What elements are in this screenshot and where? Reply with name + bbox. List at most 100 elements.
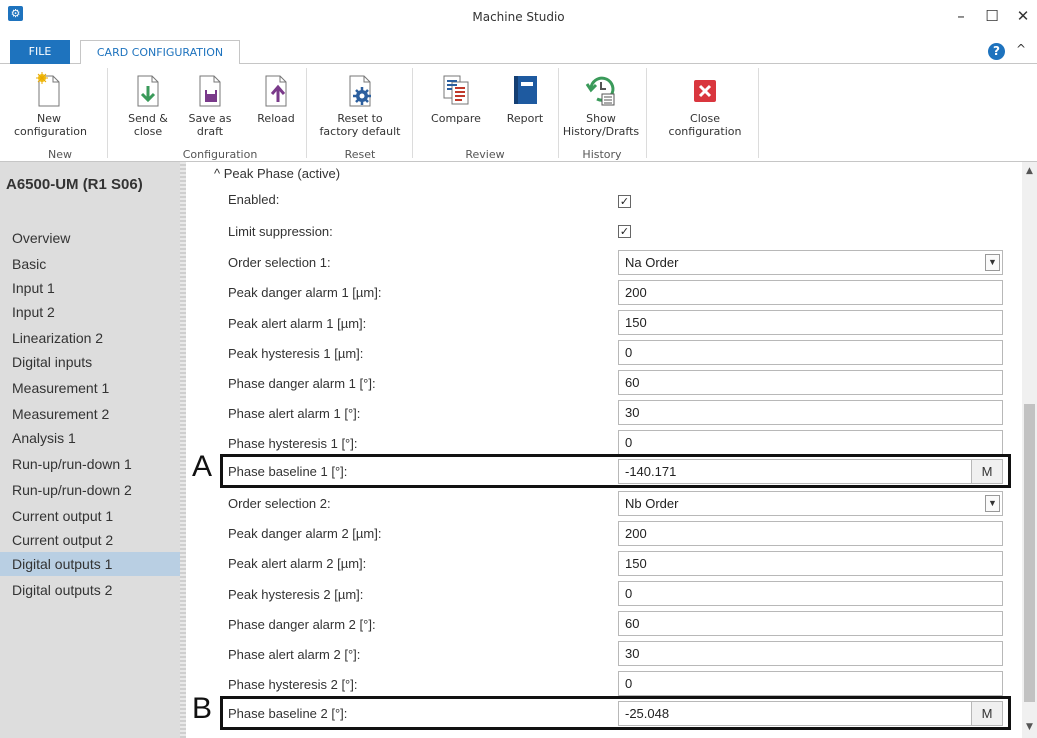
order-selection-1-select[interactable]: Na Order ▼ [618,250,1003,275]
vertical-scrollbar[interactable]: ▲ ▼ [1022,162,1037,738]
sidebar-item-measurement-1[interactable]: Measurement 1 [0,376,180,400]
peak-danger-alarm-1-field[interactable]: 200 [618,280,1003,305]
phase-hysteresis-2-field[interactable]: 0 [618,671,1003,696]
group-separator [646,68,647,158]
title-bar: ⚙ Machine Studio – ☐ ✕ [0,0,1037,34]
compare-button[interactable]: Compare [428,72,484,125]
phase-danger-alarm-1-field[interactable]: 60 [618,370,1003,395]
peak-alert-alarm-2-label: Peak alert alarm 2 [µm]: [228,556,367,571]
report-button[interactable]: Report [500,72,550,125]
phase-hysteresis-1-field[interactable]: 0 [618,430,1003,455]
highlight-box-b [220,696,1011,730]
sidebar-item-input-1[interactable]: Input 1 [0,276,180,300]
show-history-button[interactable]: Show History/Drafts [562,72,640,138]
sidebar-item-run-up-2[interactable]: Run-up/run-down 2 [0,478,180,502]
phase-hysteresis-1-label: Phase hysteresis 1 [°]: [228,436,358,451]
scroll-down-arrow-icon[interactable]: ▼ [1022,722,1037,736]
sidebar-item-current-output-2[interactable]: Current output 2 [0,528,180,552]
order-selection-2-label: Order selection 2: [228,496,331,511]
order-selection-1-value: Na Order [625,255,679,270]
save-draft-button[interactable]: Save as draft [184,72,236,138]
sidebar-item-linearization-2[interactable]: Linearization 2 [0,326,180,350]
chevron-down-icon[interactable]: ▼ [985,495,1000,512]
close-configuration-label: Close configuration [668,112,742,138]
reset-factory-label: Reset to factory default [319,112,401,138]
peak-hysteresis-1-label: Peak hysteresis 1 [µm]: [228,346,364,361]
order-selection-2-select[interactable]: Nb Order ▼ [618,491,1003,516]
compare-label: Compare [431,112,481,125]
sidebar-item-overview[interactable]: Overview [0,226,180,250]
ribbon-tabs: FILE CARD CONFIGURATION ? ^ [0,40,1037,65]
new-configuration-button[interactable]: New configuration [14,72,87,138]
group-separator [758,68,759,158]
phase-alert-alarm-1-label: Phase alert alarm 1 [°]: [228,406,361,421]
window-title: Machine Studio [472,10,565,24]
close-config-icon [694,80,716,102]
enabled-checkbox[interactable]: ✓ [618,195,631,208]
close-window-button[interactable]: ✕ [1012,6,1034,26]
sidebar-item-digital-inputs[interactable]: Digital inputs [0,350,180,374]
save-draft-label: Save as draft [188,112,232,138]
help-icon[interactable]: ? [988,43,1005,60]
minimize-button[interactable]: – [950,6,972,26]
callout-b: B [192,692,213,725]
callout-a: A [192,450,213,483]
reload-button[interactable]: Reload [254,72,298,125]
sidebar-item-basic[interactable]: Basic [0,252,180,276]
ribbon: New configuration Send & close Save as d… [0,64,1037,162]
peak-hysteresis-1-field[interactable]: 0 [618,340,1003,365]
peak-danger-alarm-2-field[interactable]: 200 [618,521,1003,546]
sidebar-item-digital-outputs-1[interactable]: Digital outputs 1 [0,552,180,576]
order-selection-2-value: Nb Order [625,496,679,511]
peak-danger-alarm-2-label: Peak danger alarm 2 [µm]: [228,526,382,541]
report-icon [514,76,537,104]
device-title: A6500-UM (R1 S06) [6,176,143,193]
reset-factory-button[interactable]: Reset to factory default [318,72,402,138]
peak-hysteresis-2-field[interactable]: 0 [618,581,1003,606]
save-draft-icon [199,75,221,107]
collapse-ribbon-icon[interactable]: ^ [1016,42,1026,56]
enabled-label: Enabled: [228,192,280,207]
group-separator [107,68,108,158]
peak-alert-alarm-1-field[interactable]: 150 [618,310,1003,335]
sidebar-item-digital-outputs-2[interactable]: Digital outputs 2 [0,578,180,602]
group-separator [412,68,413,158]
peak-hysteresis-2-label: Peak hysteresis 2 [µm]: [228,587,364,602]
sidebar-item-run-up-1[interactable]: Run-up/run-down 1 [0,452,180,476]
group-separator [558,68,559,158]
scroll-thumb[interactable] [1024,404,1035,702]
tab-card-configuration[interactable]: CARD CONFIGURATION [80,40,240,65]
chevron-down-icon[interactable]: ▼ [985,254,1000,271]
phase-alert-alarm-1-field[interactable]: 30 [618,400,1003,425]
new-configuration-label: New configuration [14,112,87,138]
order-selection-1-label: Order selection 1: [228,255,331,270]
sidebar: A6500-UM (R1 S06) Overview Basic Input 1… [0,162,180,738]
close-configuration-button[interactable]: Close configuration [660,72,750,138]
group-label-history: History [582,148,622,161]
sidebar-item-input-2[interactable]: Input 2 [0,300,180,324]
tab-file[interactable]: FILE [10,40,70,64]
phase-alert-alarm-2-label: Phase alert alarm 2 [°]: [228,647,361,662]
reset-gear-icon [349,75,371,107]
group-label-configuration: Configuration [182,148,258,161]
group-separator [306,68,307,158]
phase-danger-alarm-2-field[interactable]: 60 [618,611,1003,636]
maximize-button[interactable]: ☐ [981,6,1003,26]
phase-danger-alarm-1-label: Phase danger alarm 1 [°]: [228,376,376,391]
peak-alert-alarm-2-field[interactable]: 150 [618,551,1003,576]
show-history-label: Show History/Drafts [562,112,640,138]
peak-alert-alarm-1-label: Peak alert alarm 1 [µm]: [228,316,367,331]
limit-suppression-checkbox[interactable]: ✓ [618,225,631,238]
peak-danger-alarm-1-label: Peak danger alarm 1 [µm]: [228,285,382,300]
history-icon [585,76,615,106]
sidebar-item-analysis-1[interactable]: Analysis 1 [0,426,180,450]
phase-alert-alarm-2-field[interactable]: 30 [618,641,1003,666]
scroll-up-arrow-icon[interactable]: ▲ [1022,166,1037,180]
phase-danger-alarm-2-label: Phase danger alarm 2 [°]: [228,617,376,632]
sidebar-item-current-output-1[interactable]: Current output 1 [0,504,180,528]
send-close-button[interactable]: Send & close [122,72,174,138]
sidebar-item-measurement-2[interactable]: Measurement 2 [0,402,180,426]
reload-icon [265,75,287,107]
section-header-peak-phase[interactable]: ^ Peak Phase (active) [214,166,340,181]
new-document-icon [36,72,60,107]
